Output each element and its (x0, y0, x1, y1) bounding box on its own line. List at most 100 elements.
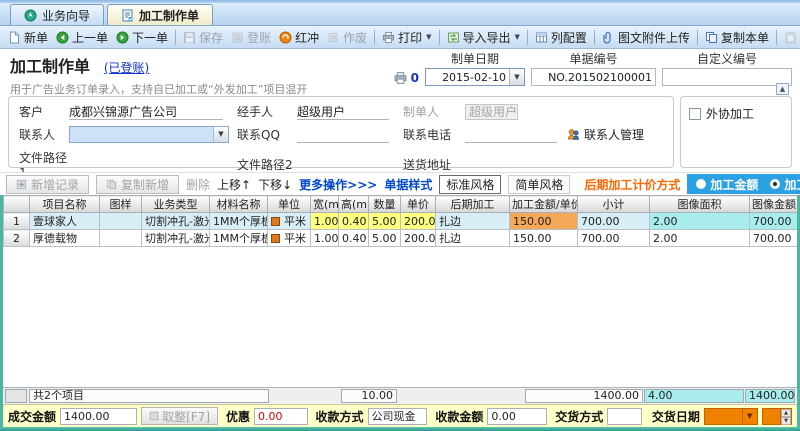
col-post-process[interactable]: 后期加工 (435, 195, 510, 213)
cell-width[interactable]: 1.00 (310, 229, 339, 247)
spin-down-icon[interactable]: ▼ (781, 416, 791, 425)
col-item-name[interactable]: 项目名称 (29, 195, 100, 213)
col-material[interactable]: 材料名称 (209, 195, 268, 213)
outsource-checkbox[interactable]: 外协加工 (689, 105, 754, 122)
cell-image-area[interactable]: 2.00 (649, 212, 750, 230)
copy-add-button[interactable]: 复制新增 (96, 174, 180, 194)
cell-pattern[interactable] (99, 212, 142, 230)
chevron-down-icon[interactable]: ▼ (213, 127, 228, 142)
cell-post-process[interactable]: 扎边 (435, 229, 510, 247)
cell-material[interactable]: 1MM个厚板 (209, 229, 268, 247)
move-up-button[interactable]: 上移↑ (217, 176, 251, 193)
address-input[interactable] (465, 157, 649, 173)
cell-height[interactable]: 0.40 (338, 229, 369, 247)
cell-image-amount[interactable]: 700.00 (749, 212, 797, 230)
deal-amount-input[interactable]: 1400.00 (60, 407, 138, 425)
more-operations-button[interactable]: 更多操作>>> (299, 176, 377, 193)
cell-post-amount[interactable]: 150.00 (509, 212, 578, 230)
red-reverse-button[interactable]: 红冲 (275, 28, 323, 47)
col-pattern[interactable]: 图样 (99, 195, 142, 213)
cell-price[interactable]: 200.00 (400, 229, 436, 247)
cell-post-process[interactable]: 扎边 (435, 212, 510, 230)
move-down-button[interactable]: 下移↓ (258, 176, 292, 193)
style-simple-button[interactable]: 简单风格 (508, 174, 571, 194)
received-amount-input[interactable]: 0.00 (487, 407, 548, 425)
cell-subtotal[interactable]: 700.00 (577, 212, 650, 230)
custom-number-input[interactable] (662, 68, 792, 86)
col-qty[interactable]: 数量 (368, 195, 401, 213)
col-price[interactable]: 单价 (400, 195, 436, 213)
order-number-input[interactable]: NO.201502100001 (531, 68, 656, 86)
cell-unit[interactable]: 平米 (267, 229, 311, 247)
cell-image-amount[interactable]: 700.00 (749, 229, 797, 247)
qq-input[interactable] (297, 127, 389, 143)
customer-input[interactable]: 成都兴锦源广告公司 (69, 104, 223, 120)
contact-manage-button[interactable]: 联系人管理 (567, 126, 644, 143)
new-order-button[interactable]: 新单 (4, 28, 52, 47)
cell-qty[interactable]: 5.00 (368, 212, 401, 230)
path2-input[interactable] (297, 157, 389, 173)
cell-business-type[interactable]: 切割冲孔-激光 (141, 212, 210, 230)
ledger-status-link[interactable]: (已登账) (104, 61, 149, 75)
void-button[interactable]: 作废 (323, 28, 371, 47)
table-row[interactable]: 2 厚德载物 切割冲孔-激光 1MM个厚板 平米 1.00 0.40 5.00 … (3, 229, 797, 247)
post-ledger-button[interactable]: 登账 (227, 28, 275, 47)
order-date-select[interactable]: 2015-02-10 ▼ (425, 68, 525, 86)
discount-input[interactable]: 0.00 (254, 407, 308, 425)
cell-material[interactable]: 1MM个厚板 (209, 212, 268, 230)
cell-business-type[interactable]: 切割冲孔-激光 (141, 229, 210, 247)
save-button[interactable]: 保存 (179, 28, 227, 47)
tab-business-wizard[interactable]: 业务向导 (10, 4, 105, 25)
col-post-amount[interactable]: 加工金额/单价 (509, 195, 578, 213)
handler-input[interactable]: 超级用户 (297, 104, 389, 120)
delivery-date-spinner[interactable]: ▲ ▼ (761, 407, 792, 425)
path1-input[interactable] (69, 157, 223, 173)
col-unit[interactable]: 单位 (267, 195, 311, 213)
col-business-type[interactable]: 业务类型 (141, 195, 210, 213)
cell-subtotal[interactable]: 700.00 (577, 229, 650, 247)
print-button[interactable]: 打印 ▼ (378, 28, 435, 47)
cell-height[interactable]: 0.40 (338, 212, 369, 230)
col-width[interactable]: 宽(m) (310, 195, 339, 213)
chevron-down-icon[interactable]: ▼ (741, 408, 757, 424)
cell-qty[interactable]: 5.00 (368, 229, 401, 247)
col-height[interactable]: 高(m) (338, 195, 369, 213)
next-order-button[interactable]: 下一单 (112, 28, 172, 47)
cell-image-area[interactable]: 2.00 (649, 229, 750, 247)
paste-screenshot-button[interactable]: 粘贴截图 (780, 28, 800, 47)
style-standard-button[interactable]: 标准风格 (439, 174, 502, 194)
delete-row-button[interactable]: 删除 (186, 176, 210, 193)
add-record-button[interactable]: 新增记录 (6, 174, 90, 194)
contact-select[interactable]: ▼ (69, 126, 229, 143)
col-image-amount[interactable]: 图像金额 (749, 195, 797, 213)
delivery-date-select[interactable]: ▼ (703, 407, 758, 425)
radio-processing-amount[interactable]: 加工金额 (696, 176, 758, 193)
creator-value: 超级用户 (465, 103, 519, 120)
collapse-panel-button[interactable]: ▲ (776, 83, 789, 95)
pay-method-input[interactable]: 公司现金 (367, 407, 428, 425)
phone-input[interactable] (465, 127, 557, 143)
tab-processing-order[interactable]: 加工制作单 (107, 4, 214, 25)
cell-item-name[interactable]: 厚德载物 (29, 229, 100, 247)
spinner-buttons[interactable]: ▲ ▼ (780, 408, 791, 425)
cell-post-amount[interactable]: 150.00 (509, 229, 578, 247)
cell-unit[interactable]: 平米 (267, 212, 311, 230)
copy-order-button[interactable]: 复制本单 (701, 28, 773, 47)
prev-order-button[interactable]: 上一单 (52, 28, 112, 47)
chevron-down-icon[interactable]: ▼ (509, 69, 524, 85)
column-config-button[interactable]: 列配置 (531, 28, 591, 47)
cell-price[interactable]: 200.00 (400, 212, 436, 230)
cell-item-name[interactable]: 壹球家人 (29, 212, 100, 230)
cell-pattern[interactable] (99, 229, 142, 247)
attachment-upload-button[interactable]: 图文附件上传 (598, 28, 694, 47)
round-button[interactable]: 取整[F7] (141, 407, 218, 425)
delivery-method-input[interactable] (607, 407, 642, 425)
import-export-button[interactable]: 导入导出 ▼ (443, 28, 524, 47)
radio-processing-unit-price[interactable]: 加工单价 (770, 176, 800, 193)
print-count-icon[interactable] (393, 71, 408, 85)
col-image-area[interactable]: 图像面积 (649, 195, 750, 213)
cell-width[interactable]: 1.00 (310, 212, 339, 230)
col-subtotal[interactable]: 小计 (577, 195, 650, 213)
spin-up-icon[interactable]: ▲ (781, 408, 791, 417)
table-row[interactable]: 1 壹球家人 切割冲孔-激光 1MM个厚板 平米 1.00 0.40 5.00 … (3, 212, 797, 230)
